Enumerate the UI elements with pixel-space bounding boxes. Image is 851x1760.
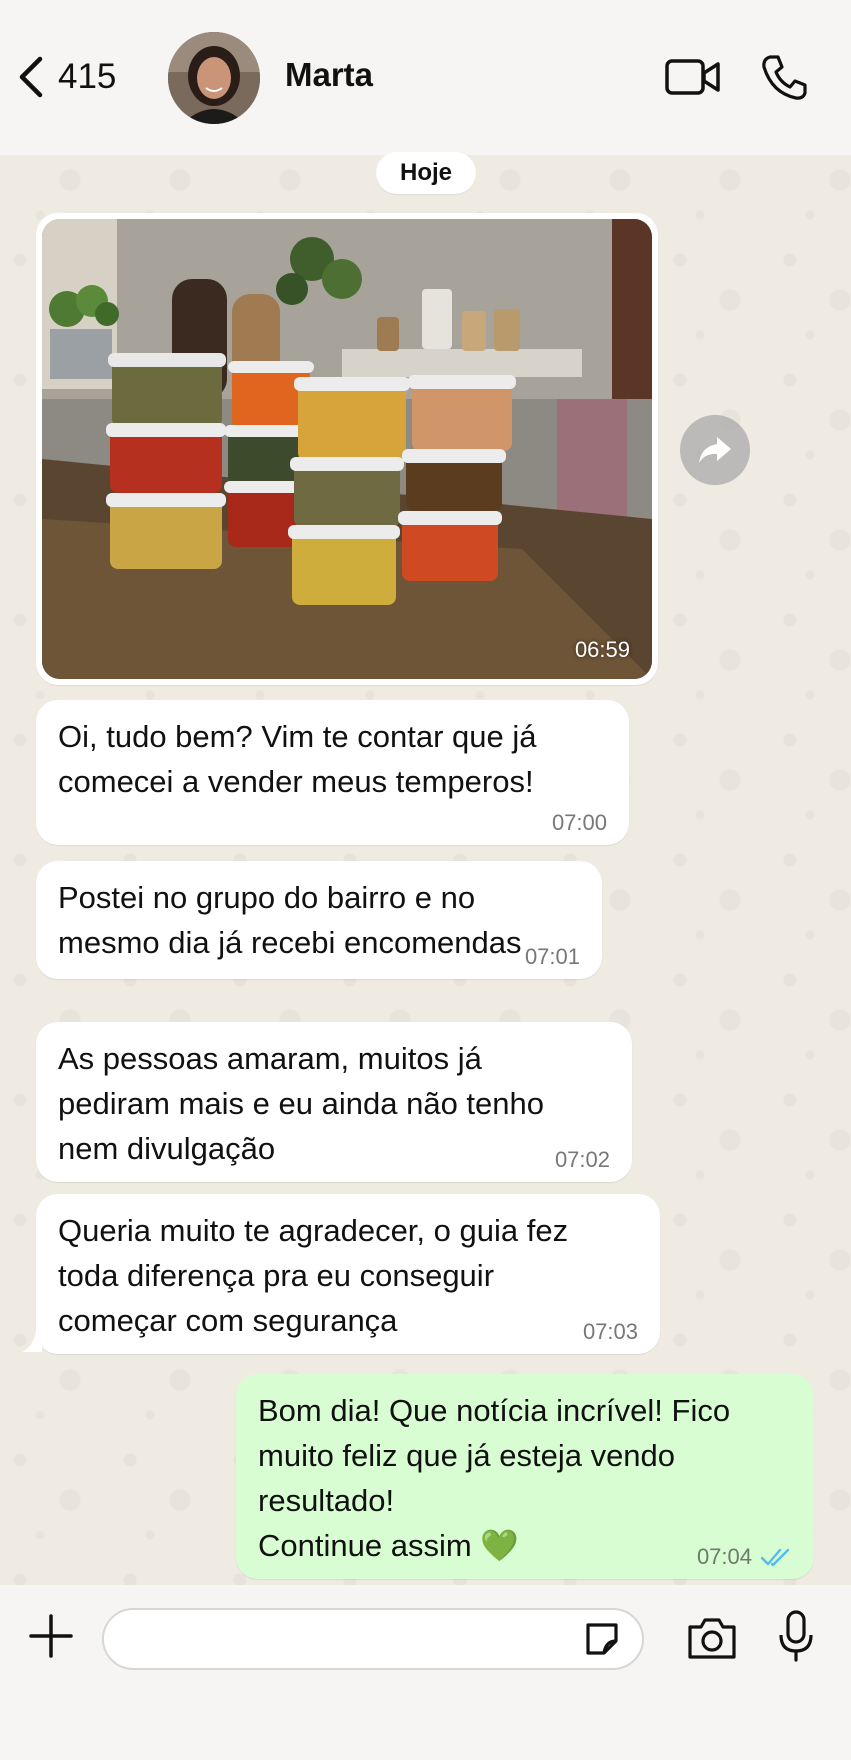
- video-call-button[interactable]: [664, 52, 722, 107]
- message-text: Queria muito te agradecer, o guia fez to…: [58, 1213, 569, 1338]
- back-button[interactable]: 415: [18, 52, 116, 102]
- message-bubble-incoming[interactable]: As pessoas amaram, muitos já pediram mai…: [36, 1022, 632, 1182]
- chat-header: 415 Marta: [0, 0, 851, 155]
- chevron-left-icon: [19, 56, 43, 98]
- message-bubble-incoming[interactable]: Oi, tudo bem? Vim te contar que já comec…: [36, 700, 629, 845]
- message-time-row: 07:04: [697, 1545, 792, 1569]
- message-text: As pessoas amaram, muitos já pediram mai…: [58, 1041, 544, 1166]
- unread-count: 415: [58, 57, 117, 96]
- bubble-tail: [22, 1330, 42, 1352]
- avatar[interactable]: [168, 32, 260, 124]
- microphone-button[interactable]: [778, 1609, 814, 1668]
- message-time: 07:03: [582, 1319, 638, 1344]
- date-separator: Hoje: [376, 152, 476, 194]
- attach-button[interactable]: [28, 1613, 74, 1664]
- message-time: 07:01: [524, 944, 580, 969]
- composer-bar: [0, 1585, 851, 1760]
- message-bubble-outgoing[interactable]: Bom dia! Que notícia incrível! Fico muit…: [236, 1374, 814, 1579]
- sticker-button[interactable]: [582, 1619, 622, 1664]
- image-message[interactable]: 06:59: [36, 213, 658, 685]
- voice-call-button[interactable]: [760, 52, 810, 107]
- camera-icon: [688, 1618, 736, 1659]
- double-check-icon: [760, 1548, 790, 1567]
- message-bubble-incoming[interactable]: Queria muito te agradecer, o guia fez to…: [36, 1194, 660, 1354]
- message-time: 07:00: [551, 810, 607, 835]
- message-time: 07:02: [554, 1147, 610, 1172]
- video-camera-icon: [665, 59, 720, 95]
- forward-icon: [699, 437, 731, 463]
- message-input[interactable]: [102, 1608, 644, 1670]
- plus-icon: [29, 1614, 73, 1658]
- sticker-icon: [586, 1623, 618, 1655]
- phone-icon: [762, 55, 807, 100]
- contact-name[interactable]: Marta: [285, 56, 373, 94]
- camera-button[interactable]: [686, 1615, 738, 1666]
- image-timestamp: 06:59: [574, 637, 630, 662]
- microphone-icon: [779, 1610, 813, 1662]
- message-time: 07:04: [696, 1544, 752, 1569]
- forward-button[interactable]: [680, 415, 750, 485]
- message-text: Bom dia! Que notícia incrível! Fico muit…: [258, 1393, 731, 1563]
- message-text: Postei no grupo do bairro e no mesmo dia…: [58, 880, 522, 960]
- message-bubble-incoming[interactable]: Postei no grupo do bairro e no mesmo dia…: [36, 861, 602, 979]
- message-text: Oi, tudo bem? Vim te contar que já comec…: [58, 719, 537, 799]
- shared-photo[interactable]: 06:59: [42, 219, 652, 679]
